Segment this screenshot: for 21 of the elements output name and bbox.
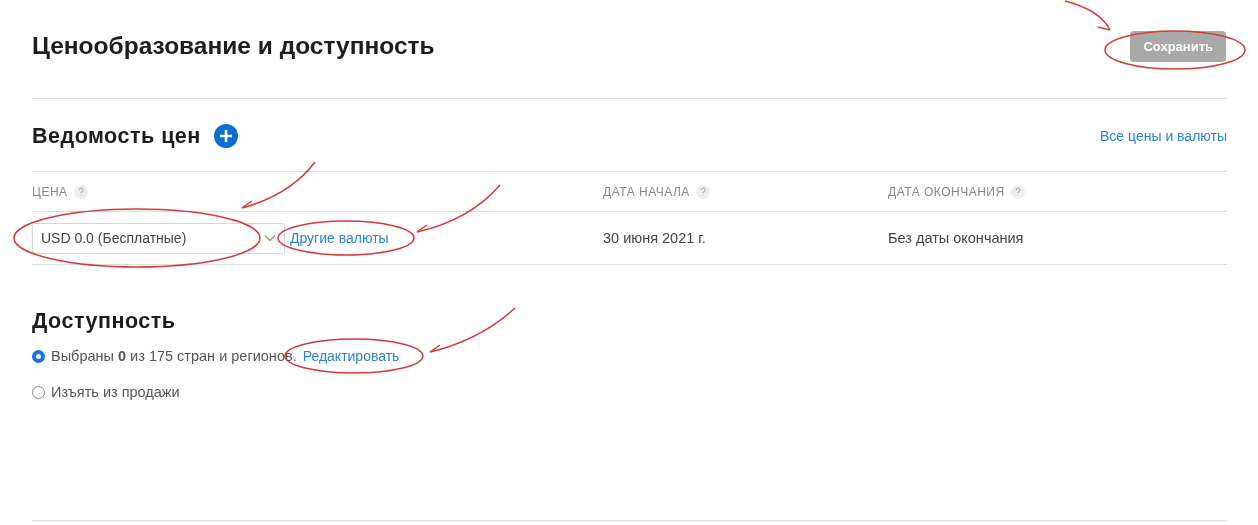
end-date: Без даты окончания bbox=[888, 230, 1024, 246]
help-icon[interactable] bbox=[695, 184, 710, 199]
other-currencies-link[interactable]: Другие валюты bbox=[290, 230, 389, 246]
option-label: Изъять из продажи bbox=[51, 384, 180, 400]
radio-button[interactable] bbox=[32, 349, 45, 363]
column-header: ДАТА НАЧАЛА bbox=[603, 184, 690, 199]
chevron-down-icon bbox=[264, 234, 276, 242]
add-icon[interactable] bbox=[213, 124, 238, 148]
all-prices-link[interactable]: Все цены и валюты bbox=[1100, 128, 1227, 144]
radio-button[interactable] bbox=[32, 385, 45, 399]
help-icon[interactable] bbox=[73, 184, 88, 199]
column-header: ДАТА ОКОНЧАНИЯ bbox=[888, 184, 1005, 199]
section-title: Доступность bbox=[32, 309, 176, 334]
edit-link[interactable]: Редактировать bbox=[302, 348, 400, 364]
annotation-arrow bbox=[1064, 0, 1111, 31]
page-title: Ценообразование и доступность bbox=[32, 32, 435, 60]
section-title: Ведомость цен bbox=[32, 123, 201, 149]
help-icon[interactable] bbox=[1010, 184, 1025, 199]
price-select[interactable]: USD 0.0 (Бесплатные) bbox=[32, 222, 285, 254]
start-date: 30 июня 2021 г. bbox=[603, 230, 706, 246]
column-header: ЦЕНА bbox=[32, 184, 68, 199]
